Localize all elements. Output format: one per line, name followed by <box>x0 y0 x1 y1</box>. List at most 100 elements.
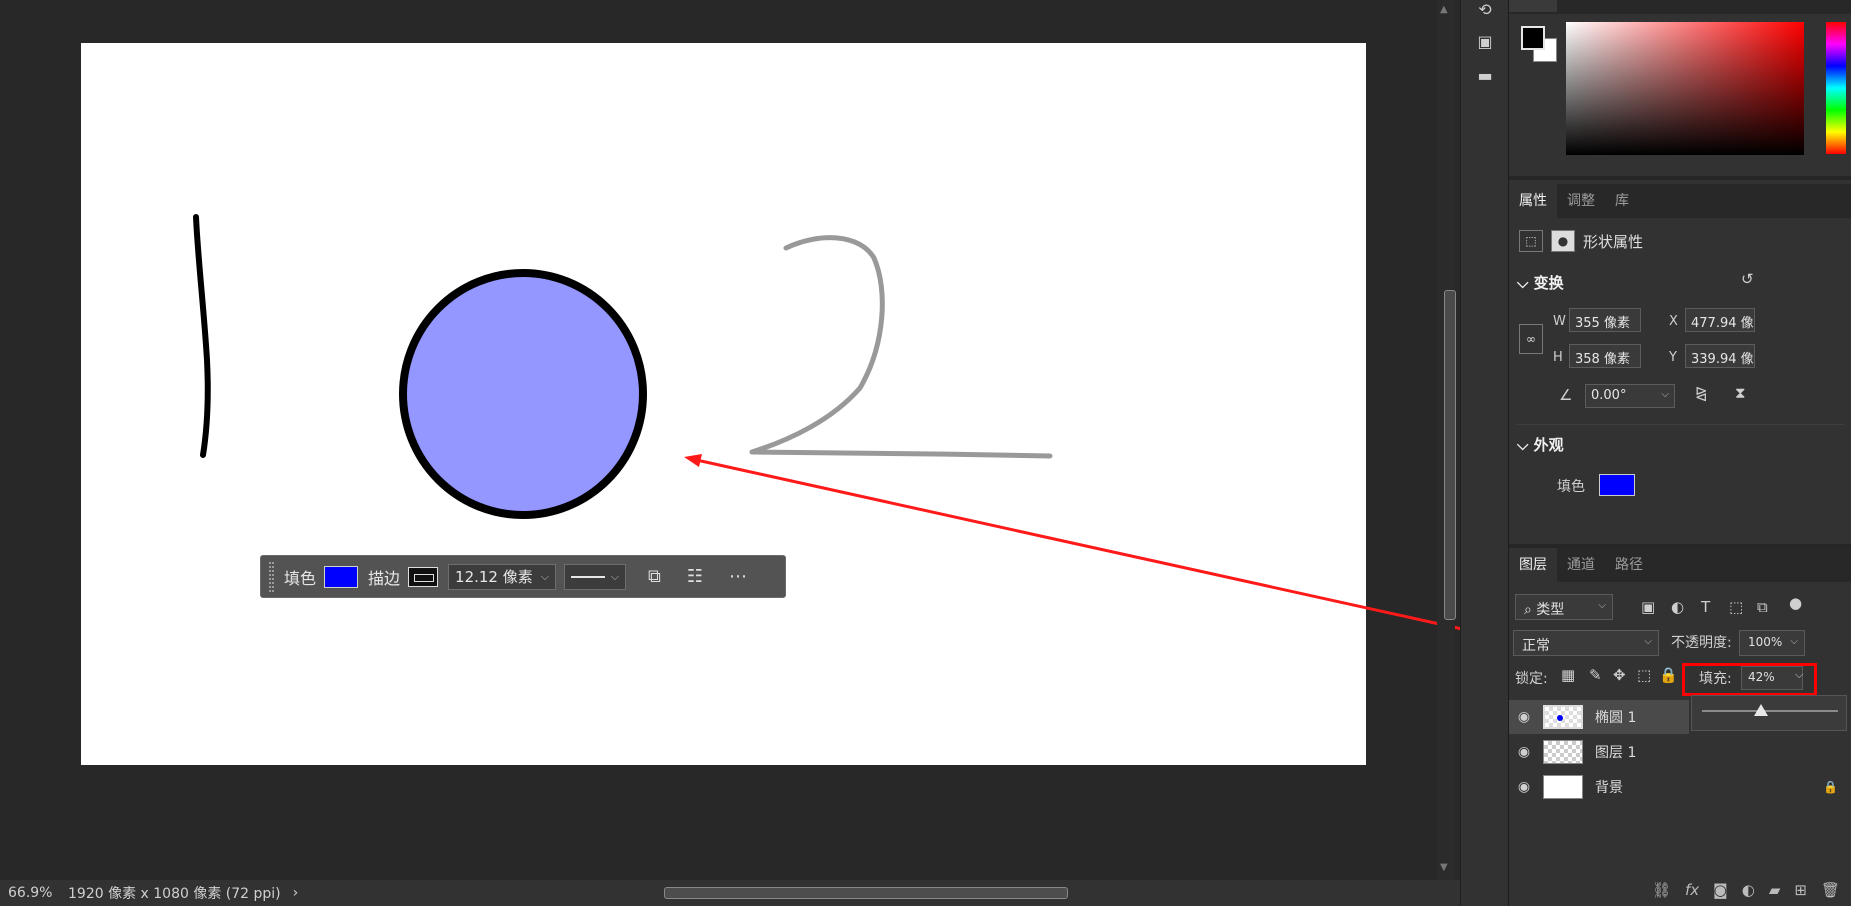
color-panel-tabs <box>1509 0 1851 14</box>
x-field[interactable]: 477.94 像素 <box>1685 308 1755 332</box>
history-icon[interactable]: ⟲ <box>1473 0 1497 22</box>
tab-color[interactable] <box>1509 0 1557 12</box>
zoom-level[interactable]: 66.9% <box>0 885 60 901</box>
fill-field[interactable]: 42% <box>1741 666 1803 690</box>
group-folder-icon[interactable]: ▰ <box>1769 881 1781 899</box>
filter-adjustment-icon[interactable]: ◐ <box>1671 598 1684 616</box>
layer-row-background[interactable]: ◉ 背景 🔒 <box>1509 770 1851 804</box>
scroll-up-icon[interactable]: ▲ <box>1440 4 1448 15</box>
chevron-down-icon[interactable]: ⌵ <box>611 570 619 584</box>
layer-name[interactable]: 图层 1 <box>1595 742 1636 762</box>
filter-shape-icon[interactable]: ⬚ <box>1729 598 1743 616</box>
tab-properties[interactable]: 属性 <box>1509 184 1557 218</box>
stroke-width-field[interactable]: 12.12 像素 ⌵ <box>448 563 557 590</box>
link-icon[interactable]: ∞ <box>1519 324 1543 354</box>
layer-filter-dropdown[interactable]: ⌕ 类型 ⌵ <box>1515 594 1613 620</box>
filter-toggle-icon[interactable]: ● <box>1789 594 1802 612</box>
layers-bottom-toolbar: ⛓ fx ◙ ◐ ▰ ⊞ 🗑 <box>1509 874 1851 906</box>
layer-name[interactable]: 椭圆 1 <box>1595 707 1636 727</box>
vertical-scroll-thumb[interactable] <box>1444 290 1456 620</box>
tab-adjustments[interactable]: 调整 <box>1557 184 1605 218</box>
fill-slider-track[interactable] <box>1702 710 1838 712</box>
width-field[interactable]: 355 像素 <box>1569 308 1641 332</box>
eye-icon[interactable]: ◉ <box>1509 709 1539 725</box>
transform-section-title[interactable]: ⌵ 变换 <box>1517 272 1564 293</box>
eye-icon[interactable]: ◉ <box>1509 779 1539 795</box>
fill-slider-knob[interactable] <box>1754 704 1768 716</box>
horizontal-scrollbar[interactable] <box>300 885 1420 901</box>
height-field[interactable]: 358 像素 <box>1569 344 1641 368</box>
comments-icon[interactable]: ▬ <box>1473 66 1497 88</box>
chevron-down-icon[interactable]: ⌵ <box>1661 389 1669 400</box>
lock-all-icon[interactable]: 🔒 <box>1659 666 1678 684</box>
annotation-arrow-head <box>684 454 702 467</box>
fill-slider-popup[interactable] <box>1691 695 1847 731</box>
stroke-style-dropdown[interactable]: ⌵ <box>564 563 627 590</box>
filter-pixel-icon[interactable]: ▣ <box>1641 598 1655 616</box>
link-layers-icon[interactable]: ⛓ <box>1652 881 1671 899</box>
drag-handle-icon[interactable] <box>269 561 274 592</box>
angle-value: 0.00° <box>1591 388 1627 403</box>
vertical-scrollbar[interactable]: ▲ ▼ <box>1437 0 1456 880</box>
layer-name[interactable]: 背景 <box>1595 777 1623 797</box>
scroll-down-icon[interactable]: ▼ <box>1440 862 1448 873</box>
adjustment-layer-icon[interactable]: ◐ <box>1742 881 1755 899</box>
stroke-label: 描边 <box>368 568 401 588</box>
adjust-settings-icon[interactable]: ☷ <box>687 566 703 587</box>
properties-title: 形状属性 <box>1583 232 1644 251</box>
filter-smart-object-icon[interactable]: ⧉ <box>1757 598 1768 616</box>
eye-icon[interactable]: ◉ <box>1509 744 1539 760</box>
layer-row-ellipse[interactable]: ◉ 椭圆 1 <box>1509 700 1689 734</box>
flip-horizontal-icon[interactable]: ⧎ <box>1695 384 1708 402</box>
horizontal-scroll-thumb[interactable] <box>664 887 1068 899</box>
transform-icon[interactable]: ⬚ <box>1519 230 1543 252</box>
trash-icon[interactable]: 🗑 <box>1821 881 1840 899</box>
more-options-icon[interactable]: ⋯ <box>729 566 747 587</box>
hue-slider[interactable] <box>1826 22 1846 154</box>
stroke-digit-one <box>193 214 211 458</box>
document-workspace[interactable]: 填色 描边 12.12 像素 ⌵ ⌵ ⧉ ☷ ⋯ <box>0 0 1460 880</box>
saturation-brightness-field[interactable] <box>1566 22 1804 155</box>
appearance-section-title[interactable]: ⌵ 外观 <box>1517 434 1564 455</box>
tab-channels[interactable]: 通道 <box>1557 548 1605 582</box>
mask-icon[interactable]: ● <box>1551 230 1575 252</box>
stroke-width-value: 12.12 像素 <box>455 568 533 586</box>
lock-position-icon[interactable]: ✥ <box>1613 666 1626 684</box>
fill-color-swatch[interactable] <box>324 565 359 588</box>
path-operations-icon[interactable]: ⧉ <box>648 566 661 587</box>
layer-row-layer1[interactable]: ◉ 图层 1 <box>1509 735 1851 769</box>
ellipse-shape[interactable] <box>399 269 647 519</box>
fill-dropdown-chevron-icon[interactable]: ⌵ <box>1795 668 1803 682</box>
properties-tabs: 属性 调整 库 <box>1509 184 1851 218</box>
panel-icon-strip: ⟲ ▣ ▬ <box>1460 0 1508 906</box>
lock-transparent-icon[interactable]: ▦ <box>1561 666 1575 684</box>
chevron-down-icon: ⌵ <box>1790 636 1798 647</box>
foreground-color-swatch[interactable] <box>1521 26 1545 50</box>
filter-type-icon[interactable]: T <box>1701 598 1710 616</box>
plugins-icon[interactable]: ▣ <box>1473 32 1497 54</box>
lock-image-icon[interactable]: ✎ <box>1589 666 1602 684</box>
appearance-fill-swatch[interactable] <box>1599 474 1635 496</box>
new-layer-icon[interactable]: ⊞ <box>1794 881 1807 899</box>
y-field[interactable]: 339.94 像素 <box>1685 344 1755 368</box>
height-label: H <box>1553 350 1563 365</box>
flip-vertical-icon[interactable]: ⧗ <box>1735 384 1746 402</box>
appearance-section-label: 外观 <box>1533 436 1564 454</box>
transform-section-label: 变换 <box>1533 274 1564 292</box>
stroke-color-swatch[interactable] <box>408 566 439 587</box>
tab-layers[interactable]: 图层 <box>1509 548 1557 582</box>
reset-transform-icon[interactable]: ↺ <box>1741 270 1754 288</box>
fx-icon[interactable]: fx <box>1685 881 1699 899</box>
lock-artboard-icon[interactable]: ⬚ <box>1637 666 1651 684</box>
blend-mode-dropdown[interactable]: 正常 ⌵ <box>1513 630 1659 656</box>
stroke-digit-two <box>749 235 1053 459</box>
tab-paths[interactable]: 路径 <box>1605 548 1653 582</box>
angle-field[interactable]: 0.00° ⌵ <box>1585 384 1675 408</box>
add-mask-icon[interactable]: ◙ <box>1713 881 1728 899</box>
angle-icon: ∠ <box>1559 386 1573 404</box>
status-menu-arrow-icon[interactable]: › <box>293 885 299 901</box>
tab-libraries[interactable]: 库 <box>1605 184 1639 218</box>
chevron-down-icon[interactable]: ⌵ <box>541 570 549 584</box>
opacity-field[interactable]: 100% ⌵ <box>1739 630 1805 656</box>
y-label: Y <box>1669 350 1677 365</box>
